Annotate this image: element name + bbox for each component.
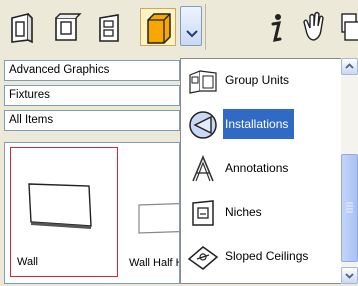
menu-item-label: Annotations [225,161,289,175]
view-plan-icon[interactable] [92,8,128,46]
menu-item-label: Installations [223,109,295,139]
menu-item-installations[interactable]: Installations [181,103,341,147]
menu-item-label: Sloped Ceilings [225,249,309,263]
menu-item-annotations[interactable]: Annotations [181,147,341,191]
toolbar-separator [205,4,206,50]
menu-scrollbar[interactable] [341,58,358,284]
category-select[interactable]: Advanced Graphics [4,60,180,81]
insert-menu: Group Units Installations Annotations Ni… [180,58,358,284]
toolbar [0,0,358,58]
pan-hand-icon[interactable] [296,8,332,46]
chevron-up-icon [345,63,354,69]
gallery-item-label: Wall [17,256,38,268]
gallery-item-wall-half-height[interactable]: Wall Half Height [123,147,179,277]
scope-value: All Items [9,114,54,126]
subcategory-value: Fixtures [9,89,50,101]
menu-item-niches[interactable]: Niches [181,191,341,235]
gallery-item-wall[interactable]: Wall [10,147,118,277]
niches-icon [192,200,214,226]
scope-select[interactable]: All Items [4,110,180,131]
view-side-icon[interactable] [48,8,84,46]
group-units-icon [189,70,217,94]
menu-item-group-units[interactable]: Group Units [181,59,341,103]
scroll-thumb[interactable] [341,154,358,262]
sloped-ceilings-icon [187,246,219,270]
scroll-down-button[interactable] [341,267,358,284]
object-3d-icon[interactable] [140,8,176,46]
installations-icon [189,111,217,139]
menu-item-label: Niches [225,205,262,219]
chevron-down-icon [345,273,354,279]
more-icon[interactable] [336,8,358,46]
dropdown-arrow-icon [186,30,198,38]
annotations-icon [192,154,214,182]
item-gallery: Wall Wall Half Height [4,142,180,284]
info-icon[interactable] [258,8,294,46]
scroll-up-button[interactable] [341,58,358,75]
grip-icon [346,202,353,213]
category-value: Advanced Graphics [9,64,110,76]
view-front-icon[interactable] [4,8,40,46]
gallery-item-label: Wall Half Height [129,257,179,269]
menu-item-sloped-ceilings[interactable]: Sloped Ceilings [181,235,341,279]
subcategory-select[interactable]: Fixtures [4,85,180,106]
menu-item-label: Group Units [225,73,290,87]
dropdown-button[interactable] [180,6,202,46]
